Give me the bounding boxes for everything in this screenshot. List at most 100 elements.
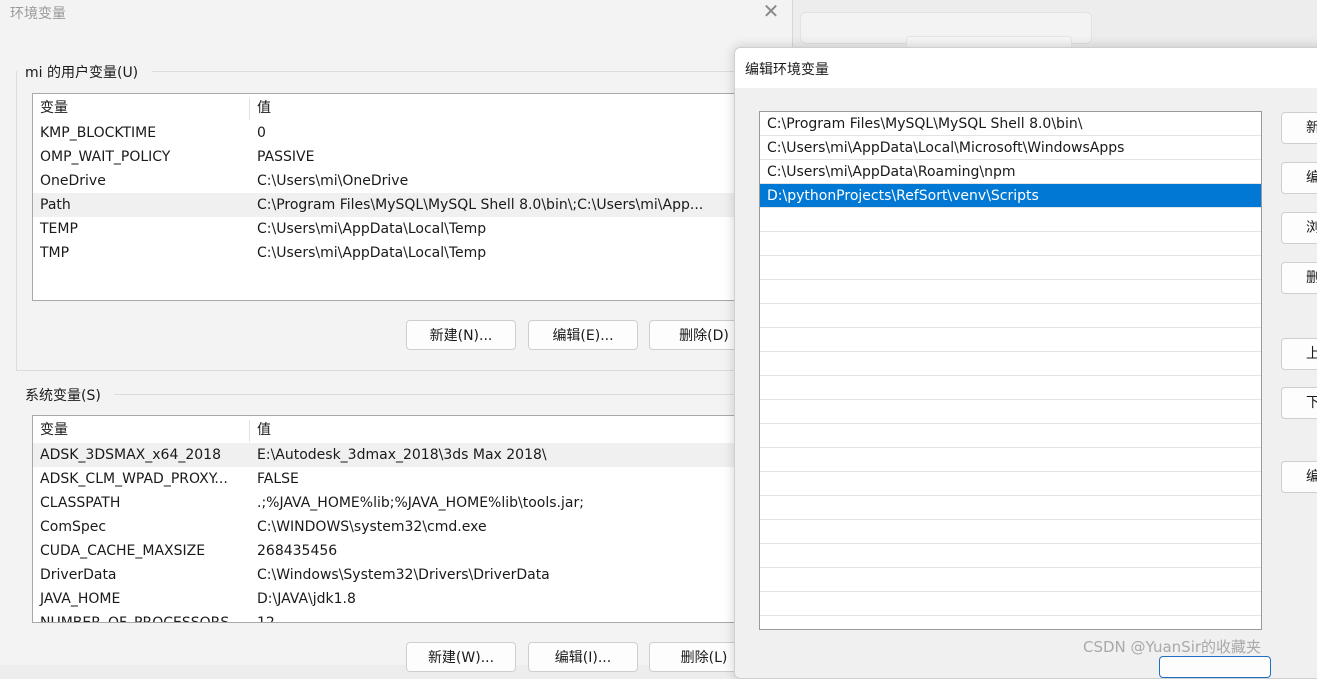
table-row[interactable]: CLASSPATH .;%JAVA_HOME%lib;%JAVA_HOME%li…: [33, 491, 803, 515]
var-value: FALSE: [257, 471, 299, 487]
move-up-button[interactable]: 上: [1281, 338, 1317, 370]
table-row[interactable]: ComSpec C:\WINDOWS\system32\cmd.exe: [33, 515, 803, 539]
var-name: CLASSPATH: [40, 495, 121, 511]
table-row[interactable]: NUMBER_OF_PROCESSORS 12: [33, 611, 803, 623]
empty-row[interactable]: [760, 328, 1261, 352]
table-row-selected[interactable]: Path C:\Program Files\MySQL\MySQL Shell …: [33, 193, 803, 217]
new-path-button[interactable]: 新: [1281, 112, 1317, 144]
var-name: CUDA_CACHE_MAXSIZE: [40, 543, 206, 559]
table-row[interactable]: OMP_WAIT_POLICY PASSIVE: [33, 145, 803, 169]
empty-row[interactable]: [760, 280, 1261, 304]
var-name: OneDrive: [40, 173, 106, 189]
table-row[interactable]: JAVA_HOME D:\JAVA\jdk1.8: [33, 587, 803, 611]
var-value: C:\Users\mi\AppData\Local\Temp: [257, 245, 487, 261]
var-value: PASSIVE: [257, 149, 315, 165]
var-value: C:\Users\mi\OneDrive: [257, 173, 409, 189]
user-vars-list[interactable]: 变量 值 KMP_BLOCKTIME 0 OMP_WAIT_POLICY PAS…: [32, 93, 804, 301]
window-title: 环境变量: [10, 6, 66, 22]
column-divider[interactable]: [249, 98, 250, 120]
empty-row[interactable]: [760, 592, 1261, 616]
empty-row[interactable]: [760, 232, 1261, 256]
group-separator: [152, 71, 792, 72]
path-entries-list[interactable]: C:\Program Files\MySQL\MySQL Shell 8.0\b…: [759, 111, 1262, 630]
dialog-title: 编辑环境变量: [745, 62, 829, 78]
path-entry[interactable]: C:\Users\mi\AppData\Roaming\npm: [760, 160, 1261, 184]
empty-row[interactable]: [760, 208, 1261, 232]
empty-row[interactable]: [760, 352, 1261, 376]
env-variables-window: 环境变量 ✕ mi 的用户变量(U) 变量 值 KMP_BLOCKTIME 0 …: [0, 0, 804, 672]
group-border-bottom: [16, 370, 796, 371]
var-name: NUMBER_OF_PROCESSORS: [40, 615, 230, 623]
empty-row[interactable]: [760, 304, 1261, 328]
move-down-button[interactable]: 下: [1281, 387, 1317, 419]
table-row[interactable]: KMP_BLOCKTIME 0: [33, 121, 803, 145]
user-edit-button[interactable]: 编辑(E)...: [528, 320, 638, 350]
column-header-value[interactable]: 值: [257, 96, 271, 120]
path-entry-selected[interactable]: D:\pythonProjects\RefSort\venv\Scripts: [760, 184, 1261, 208]
column-header-variable[interactable]: 变量: [40, 418, 68, 442]
system-new-button[interactable]: 新建(W)...: [406, 642, 516, 672]
table-row[interactable]: TEMP C:\Users\mi\AppData\Local\Temp: [33, 217, 803, 241]
empty-row[interactable]: [760, 520, 1261, 544]
table-row[interactable]: TMP C:\Users\mi\AppData\Local\Temp: [33, 241, 803, 265]
var-name: Path: [40, 197, 71, 213]
path-entry-text: C:\Program Files\MySQL\MySQL Shell 8.0\b…: [767, 116, 1083, 132]
path-entry[interactable]: C:\Program Files\MySQL\MySQL Shell 8.0\b…: [760, 112, 1261, 136]
edit-path-button[interactable]: 编: [1281, 162, 1317, 194]
var-name: TEMP: [40, 221, 78, 237]
empty-row[interactable]: [760, 376, 1261, 400]
close-icon[interactable]: ✕: [760, 0, 782, 22]
user-new-button[interactable]: 新建(N)...: [406, 320, 516, 350]
column-header-value[interactable]: 值: [257, 418, 271, 442]
dialog-titlebar[interactable]: 编辑环境变量: [735, 48, 1317, 88]
var-name: OMP_WAIT_POLICY: [40, 149, 171, 165]
list-header: 变量 值: [33, 96, 803, 120]
column-divider[interactable]: [249, 420, 250, 442]
path-entry[interactable]: C:\Users\mi\AppData\Local\Microsoft\Wind…: [760, 136, 1261, 160]
var-name: ADSK_3DSMAX_x64_2018: [40, 447, 221, 463]
group-separator: [114, 394, 794, 395]
table-row-selected[interactable]: ADSK_3DSMAX_x64_2018 E:\Autodesk_3dmax_2…: [33, 443, 803, 467]
empty-row[interactable]: [760, 544, 1261, 568]
user-vars-label: mi 的用户变量(U): [25, 65, 139, 81]
var-value: D:\JAVA\jdk1.8: [257, 591, 356, 607]
empty-row[interactable]: [760, 400, 1261, 424]
delete-path-button[interactable]: 删: [1281, 262, 1317, 294]
list-header: 变量 值: [33, 418, 803, 442]
empty-row[interactable]: [760, 256, 1261, 280]
edit-text-button[interactable]: 编辑: [1281, 461, 1317, 493]
table-row[interactable]: ADSK_CLM_WPAD_PROXY... FALSE: [33, 467, 803, 491]
empty-row[interactable]: [760, 472, 1261, 496]
var-name: TMP: [40, 245, 70, 261]
group-border-left: [16, 71, 17, 371]
var-value: C:\Users\mi\AppData\Local\Temp: [257, 221, 487, 237]
var-value: 12: [257, 615, 275, 623]
var-name: ADSK_CLM_WPAD_PROXY...: [40, 471, 228, 487]
system-vars-label: 系统变量(S): [25, 388, 101, 404]
watermark: CSDN @YuanSir的收藏夹: [1083, 638, 1262, 656]
path-entry-text: D:\pythonProjects\RefSort\venv\Scripts: [767, 188, 1039, 204]
table-row[interactable]: CUDA_CACHE_MAXSIZE 268435456: [33, 539, 803, 563]
var-name: KMP_BLOCKTIME: [40, 125, 157, 141]
var-value: C:\Program Files\MySQL\MySQL Shell 8.0\b…: [257, 197, 704, 213]
browse-button[interactable]: 浏: [1281, 212, 1317, 244]
var-value: C:\WINDOWS\system32\cmd.exe: [257, 519, 487, 535]
empty-row[interactable]: [760, 496, 1261, 520]
var-value: C:\Windows\System32\Drivers\DriverData: [257, 567, 550, 583]
var-value: .;%JAVA_HOME%lib;%JAVA_HOME%lib\tools.ja…: [257, 495, 584, 511]
var-name: JAVA_HOME: [40, 591, 121, 607]
table-row[interactable]: DriverData C:\Windows\System32\Drivers\D…: [33, 563, 803, 587]
var-value: 0: [257, 125, 266, 141]
edit-env-variable-dialog: 编辑环境变量 C:\Program Files\MySQL\MySQL Shel…: [734, 47, 1317, 679]
empty-row[interactable]: [760, 424, 1261, 448]
ok-button[interactable]: [1159, 656, 1271, 678]
column-header-variable[interactable]: 变量: [40, 96, 68, 120]
var-value: 268435456: [257, 543, 338, 559]
system-vars-list[interactable]: 变量 值 ADSK_3DSMAX_x64_2018 E:\Autodesk_3d…: [32, 415, 804, 623]
table-row[interactable]: OneDrive C:\Users\mi\OneDrive: [33, 169, 803, 193]
system-edit-button[interactable]: 编辑(I)...: [528, 642, 638, 672]
path-entry-text: C:\Users\mi\AppData\Roaming\npm: [767, 164, 1016, 180]
var-value: E:\Autodesk_3dmax_2018\3ds Max 2018\: [257, 447, 547, 463]
empty-row[interactable]: [760, 568, 1261, 592]
empty-row[interactable]: [760, 448, 1261, 472]
